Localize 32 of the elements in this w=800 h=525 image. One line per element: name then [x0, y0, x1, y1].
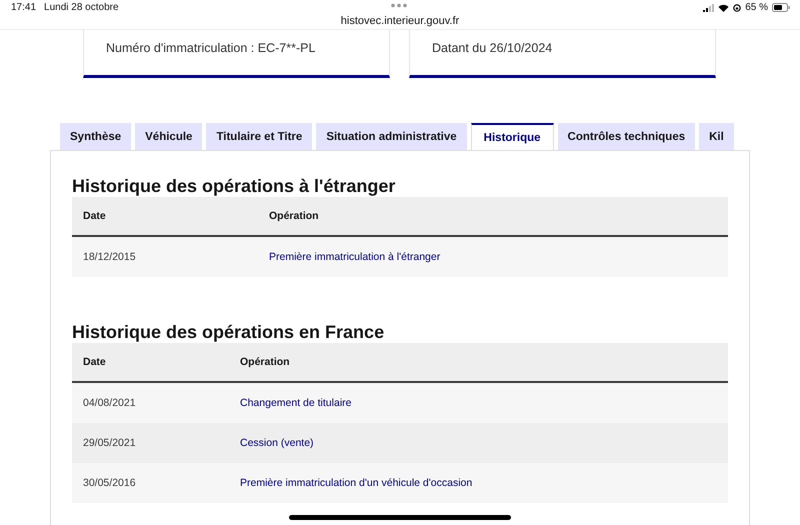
section-heading: Historique des opérations à l'étranger	[72, 175, 396, 197]
info-card: Numéro d'immatriculation : EC-7**-PL	[83, 30, 390, 78]
tab[interactable]: Situation administrative	[316, 123, 467, 150]
date-cell: 18/12/2015	[72, 236, 258, 277]
operation-link[interactable]: Cession (vente)	[240, 437, 314, 449]
battery-percentage: 65 %	[745, 2, 768, 13]
column-header: Date	[72, 197, 258, 236]
operation-link[interactable]: Première immatriculation d'un véhicule d'occasion	[240, 477, 472, 489]
info-card: Datant du 26/10/2024	[409, 30, 716, 78]
date-cell: 30/05/2016	[72, 463, 229, 503]
status-time: 17:41	[11, 2, 36, 13]
address-bar[interactable]: histovec.interieur.gouv.fr	[340, 15, 460, 27]
tab[interactable]: Contrôles techniques	[558, 123, 696, 150]
more-icon[interactable]	[390, 3, 408, 8]
tab[interactable]: Synthèse	[60, 123, 132, 150]
column-header: Opération	[258, 197, 728, 236]
date-cell: 29/05/2021	[72, 423, 229, 463]
operation-link[interactable]: Première immatriculation à l'étranger	[269, 251, 440, 263]
operation-link[interactable]: Changement de titulaire	[240, 397, 352, 409]
tab[interactable]: Véhicule	[135, 123, 202, 150]
orientation-lock-icon	[733, 4, 742, 12]
section-heading: Historique des opérations en France	[72, 321, 386, 343]
signal-icon	[703, 4, 714, 12]
battery-icon	[772, 3, 790, 12]
date-cell: 04/08/2021	[72, 382, 229, 423]
status-date: Lundi 28 octobre	[44, 2, 119, 13]
tab[interactable]: Historique	[470, 123, 554, 150]
column-header: Date	[72, 343, 229, 382]
tab[interactable]: Titulaire et Titre	[206, 123, 312, 150]
wifi-icon	[718, 4, 730, 12]
tab[interactable]: Kil	[699, 123, 734, 150]
column-header: Opération	[229, 343, 728, 382]
